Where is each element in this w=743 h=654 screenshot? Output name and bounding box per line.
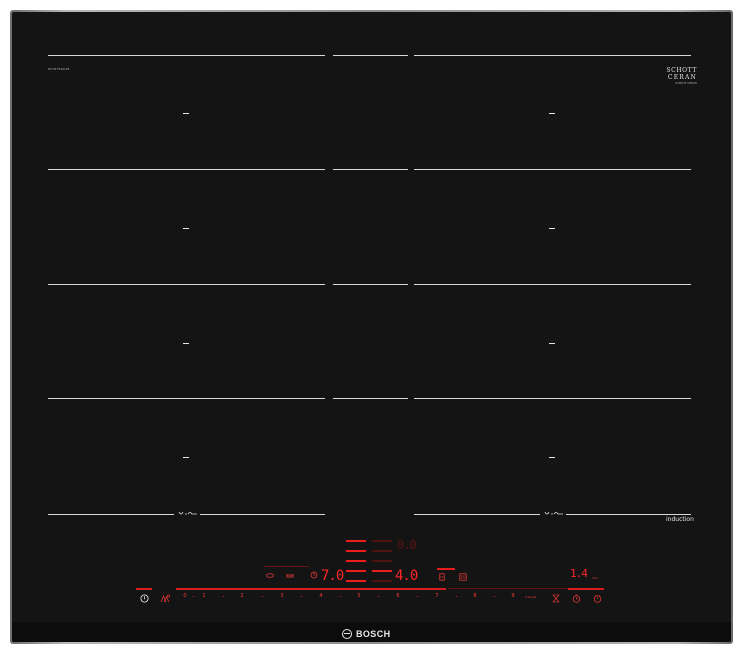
- slider-dot: [340, 596, 341, 597]
- zone-line-right-5b: [566, 514, 691, 515]
- zone-bar-right-1[interactable]: [372, 540, 392, 542]
- brand-name: BOSCH: [356, 629, 391, 639]
- slider-level-9[interactable]: 9: [508, 593, 518, 599]
- induction-label: induction: [666, 516, 694, 523]
- zone-line-mid-4: [333, 398, 408, 399]
- bosch-logo: BOSCH: [342, 629, 391, 639]
- glass-brand-line2: CERAN: [667, 74, 697, 81]
- bosch-logo-icon: [342, 629, 352, 639]
- zone-line-left-2: [48, 169, 325, 170]
- glass-brand: SCHOTT CERAN SCHOTT CERAN: [666, 67, 697, 85]
- zone-left-power-level: 7.0: [321, 568, 344, 584]
- zone-center-indicator-line: [437, 568, 455, 570]
- slider-level-6[interactable]: 6: [393, 593, 403, 599]
- glass-brand-line1: SCHOTT: [666, 67, 697, 74]
- zone-bar-3[interactable]: [346, 560, 366, 562]
- power-slider-track-rest[interactable]: [448, 588, 568, 589]
- zone-marker-left-3: [183, 343, 189, 344]
- slider-dot: [223, 596, 224, 597]
- slider-level-2[interactable]: 2: [237, 593, 247, 599]
- slider-level-0[interactable]: 0: [180, 593, 190, 599]
- zone-bar-right-3[interactable]: [372, 560, 392, 562]
- zone-line-mid-3: [333, 284, 408, 285]
- zone-bar-right-5[interactable]: [372, 580, 392, 582]
- zone-marker-left-2: [183, 228, 189, 229]
- zone-line-mid-2: [333, 169, 408, 170]
- slider-dot: [193, 596, 194, 597]
- model-label: PXY875DC1E: [48, 67, 70, 71]
- zone-marker-right-3: [549, 343, 555, 344]
- cooktop-glass: PXY875DC1E SCHOTT CERAN SCHOTT CERAN ind…: [12, 12, 731, 642]
- zone-center-top-power-level: 0.0: [397, 538, 417, 552]
- zone-line-right-5a: [414, 514, 540, 515]
- pot-icon[interactable]: [285, 573, 295, 578]
- timer-unit: min: [592, 576, 598, 580]
- zone-line-mid-1: [333, 55, 408, 56]
- zone-line-right-4: [414, 398, 691, 399]
- zone-line-left-4: [48, 398, 325, 399]
- zone-line-left-1: [48, 55, 325, 56]
- timer-icon[interactable]: [552, 594, 560, 603]
- flex-zone-icon: [544, 511, 563, 515]
- slider-level-3[interactable]: 3: [277, 593, 287, 599]
- zone-marker-right-2: [549, 228, 555, 229]
- power-indicator-line: [136, 588, 152, 590]
- slider-dot: [456, 596, 457, 597]
- slider-level-8[interactable]: 8: [470, 593, 480, 599]
- zone-line-left-5b: [200, 514, 325, 515]
- slider-dot: [417, 596, 418, 597]
- flex-zone-icon: [178, 511, 197, 515]
- kitchen-timer-icon[interactable]: [593, 594, 602, 603]
- zone-bar-right-4[interactable]: [372, 570, 392, 572]
- zone-marker-right-1: [549, 113, 555, 114]
- slider-dot: [494, 596, 495, 597]
- slider-dot: [301, 596, 302, 597]
- power-icon[interactable]: [140, 594, 149, 603]
- power-slider-track[interactable]: [176, 588, 446, 590]
- slider-level-1[interactable]: 1: [199, 593, 209, 599]
- zone-line-right-3: [414, 284, 691, 285]
- zone-bar-2[interactable]: [346, 550, 366, 552]
- zone-line-left-3: [48, 284, 325, 285]
- clock-icon[interactable]: [310, 571, 318, 579]
- zone-bar-1[interactable]: [346, 540, 366, 542]
- slider-level-7[interactable]: 7: [432, 593, 442, 599]
- zone-marker-left-4: [183, 457, 189, 458]
- slider-level-5[interactable]: 5: [354, 593, 364, 599]
- glass-brand-line3: SCHOTT CERAN: [675, 82, 697, 85]
- timer-value: 1.4: [570, 567, 588, 580]
- boost-label[interactable]: 9 boost: [524, 595, 538, 599]
- flex-icon[interactable]: [459, 573, 467, 581]
- move-icon[interactable]: [439, 573, 445, 581]
- zone-bar-right-2[interactable]: [372, 550, 392, 552]
- zone-line-right-1: [414, 55, 691, 56]
- zone-line-right-2: [414, 169, 691, 170]
- stopwatch-icon[interactable]: [572, 594, 581, 603]
- zone-bar-4[interactable]: [346, 570, 366, 572]
- slider-dot: [378, 596, 379, 597]
- slider-dot: [262, 596, 263, 597]
- child-lock-icon[interactable]: [160, 594, 171, 603]
- zone-bar-5[interactable]: [346, 580, 366, 582]
- zone-line-left-5a: [48, 514, 174, 515]
- zone-marker-right-4: [549, 457, 555, 458]
- timer-indicator-line: [568, 588, 604, 590]
- zone-left-indicator-line: [264, 566, 309, 567]
- slider-level-4[interactable]: 4: [316, 593, 326, 599]
- pan-icon[interactable]: [266, 573, 274, 578]
- zone-center-power-level: 4.0: [395, 568, 418, 584]
- zone-marker-left-1: [183, 113, 189, 114]
